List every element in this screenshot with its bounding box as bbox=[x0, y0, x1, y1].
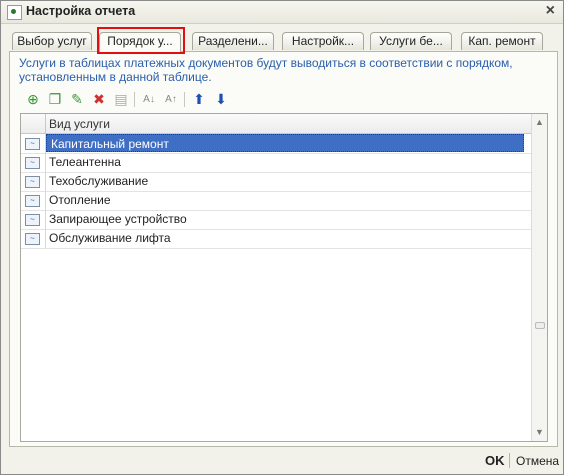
tab-service-order[interactable]: Порядок у... bbox=[99, 32, 181, 52]
row-icon: ~ bbox=[25, 157, 40, 169]
move-down-icon[interactable]: ⬇ bbox=[212, 90, 230, 108]
title-bar: Настройка отчета × bbox=[1, 1, 563, 24]
copy-icon[interactable]: ❐ bbox=[46, 90, 64, 108]
row-label: Обслуживание лифта bbox=[49, 231, 171, 245]
tab-capital-repair[interactable]: Кап. ремонт bbox=[461, 32, 543, 50]
report-settings-window: Настройка отчета × Выбор услуг Порядок у… bbox=[0, 0, 564, 475]
tab-strip: Выбор услуг Порядок у... Разделени... На… bbox=[9, 32, 557, 52]
table-row[interactable]: ~ Отопление bbox=[21, 191, 531, 211]
sort-descending-icon[interactable]: A↑ bbox=[162, 90, 180, 108]
table-row[interactable]: ~ Техобслуживание bbox=[21, 172, 531, 192]
footer-separator bbox=[509, 453, 510, 468]
row-icon: ~ bbox=[25, 214, 40, 226]
tab-content-panel: Услуги в таблицах платежных документов б… bbox=[9, 51, 558, 447]
table-row[interactable]: ~ Запирающее устройство bbox=[21, 210, 531, 230]
description-line-1: Услуги в таблицах платежных документов б… bbox=[19, 56, 513, 70]
row-icon: ~ bbox=[25, 195, 40, 207]
row-label: Отопление bbox=[49, 193, 111, 207]
scroll-up-icon[interactable]: ▲ bbox=[532, 114, 547, 131]
row-label: Телеантенна bbox=[49, 155, 121, 169]
edit-icon[interactable]: ✎ bbox=[68, 90, 86, 108]
app-icon bbox=[7, 5, 22, 20]
move-up-icon[interactable]: ⬆ bbox=[190, 90, 208, 108]
row-icon: ~ bbox=[25, 233, 40, 245]
vertical-scrollbar[interactable]: ▲ ▼ bbox=[531, 114, 547, 441]
table-row[interactable]: ~ Телеантенна bbox=[21, 153, 531, 173]
table-header: Вид услуги bbox=[21, 114, 531, 134]
ok-button[interactable]: OK bbox=[485, 453, 505, 468]
toolbar-separator bbox=[134, 92, 135, 107]
scroll-down-icon[interactable]: ▼ bbox=[532, 424, 547, 441]
window-title: Настройка отчета bbox=[26, 4, 136, 18]
service-order-table: Вид услуги ~ Капитальный ремонт ~ Телеан… bbox=[20, 113, 548, 442]
panel-description: Услуги в таблицах платежных документов б… bbox=[19, 56, 539, 84]
close-icon[interactable]: × bbox=[546, 2, 555, 20]
tab-settings[interactable]: Настройк... bbox=[282, 32, 364, 50]
toolbar-separator bbox=[184, 92, 185, 107]
sort-ascending-icon[interactable]: A↓ bbox=[140, 90, 158, 108]
tab-service-selection[interactable]: Выбор услуг bbox=[12, 32, 92, 50]
delete-icon[interactable]: ✖ bbox=[90, 90, 108, 108]
save-icon[interactable]: ▤ bbox=[112, 90, 130, 108]
add-icon[interactable]: ⊕ bbox=[24, 90, 42, 108]
column-header-service-type[interactable]: Вид услуги bbox=[49, 117, 110, 131]
tab-separation[interactable]: Разделени... bbox=[192, 32, 274, 50]
row-icon: ~ bbox=[25, 138, 40, 150]
table-row[interactable]: ~ Капитальный ремонт bbox=[21, 134, 531, 154]
dialog-footer: OK Отмена bbox=[1, 448, 563, 474]
scroll-grip[interactable] bbox=[535, 322, 545, 329]
row-label: Техобслуживание bbox=[49, 174, 149, 188]
description-line-2: установленным в данной таблице. bbox=[19, 70, 212, 84]
table-row[interactable]: ~ Обслуживание лифта bbox=[21, 229, 531, 249]
header-icon-column bbox=[21, 114, 46, 133]
row-label: Запирающее устройство bbox=[49, 212, 187, 226]
tab-services-without[interactable]: Услуги бе... bbox=[370, 32, 452, 50]
row-label: Капитальный ремонт bbox=[46, 134, 524, 152]
row-icon: ~ bbox=[25, 176, 40, 188]
cancel-button[interactable]: Отмена bbox=[516, 454, 559, 468]
